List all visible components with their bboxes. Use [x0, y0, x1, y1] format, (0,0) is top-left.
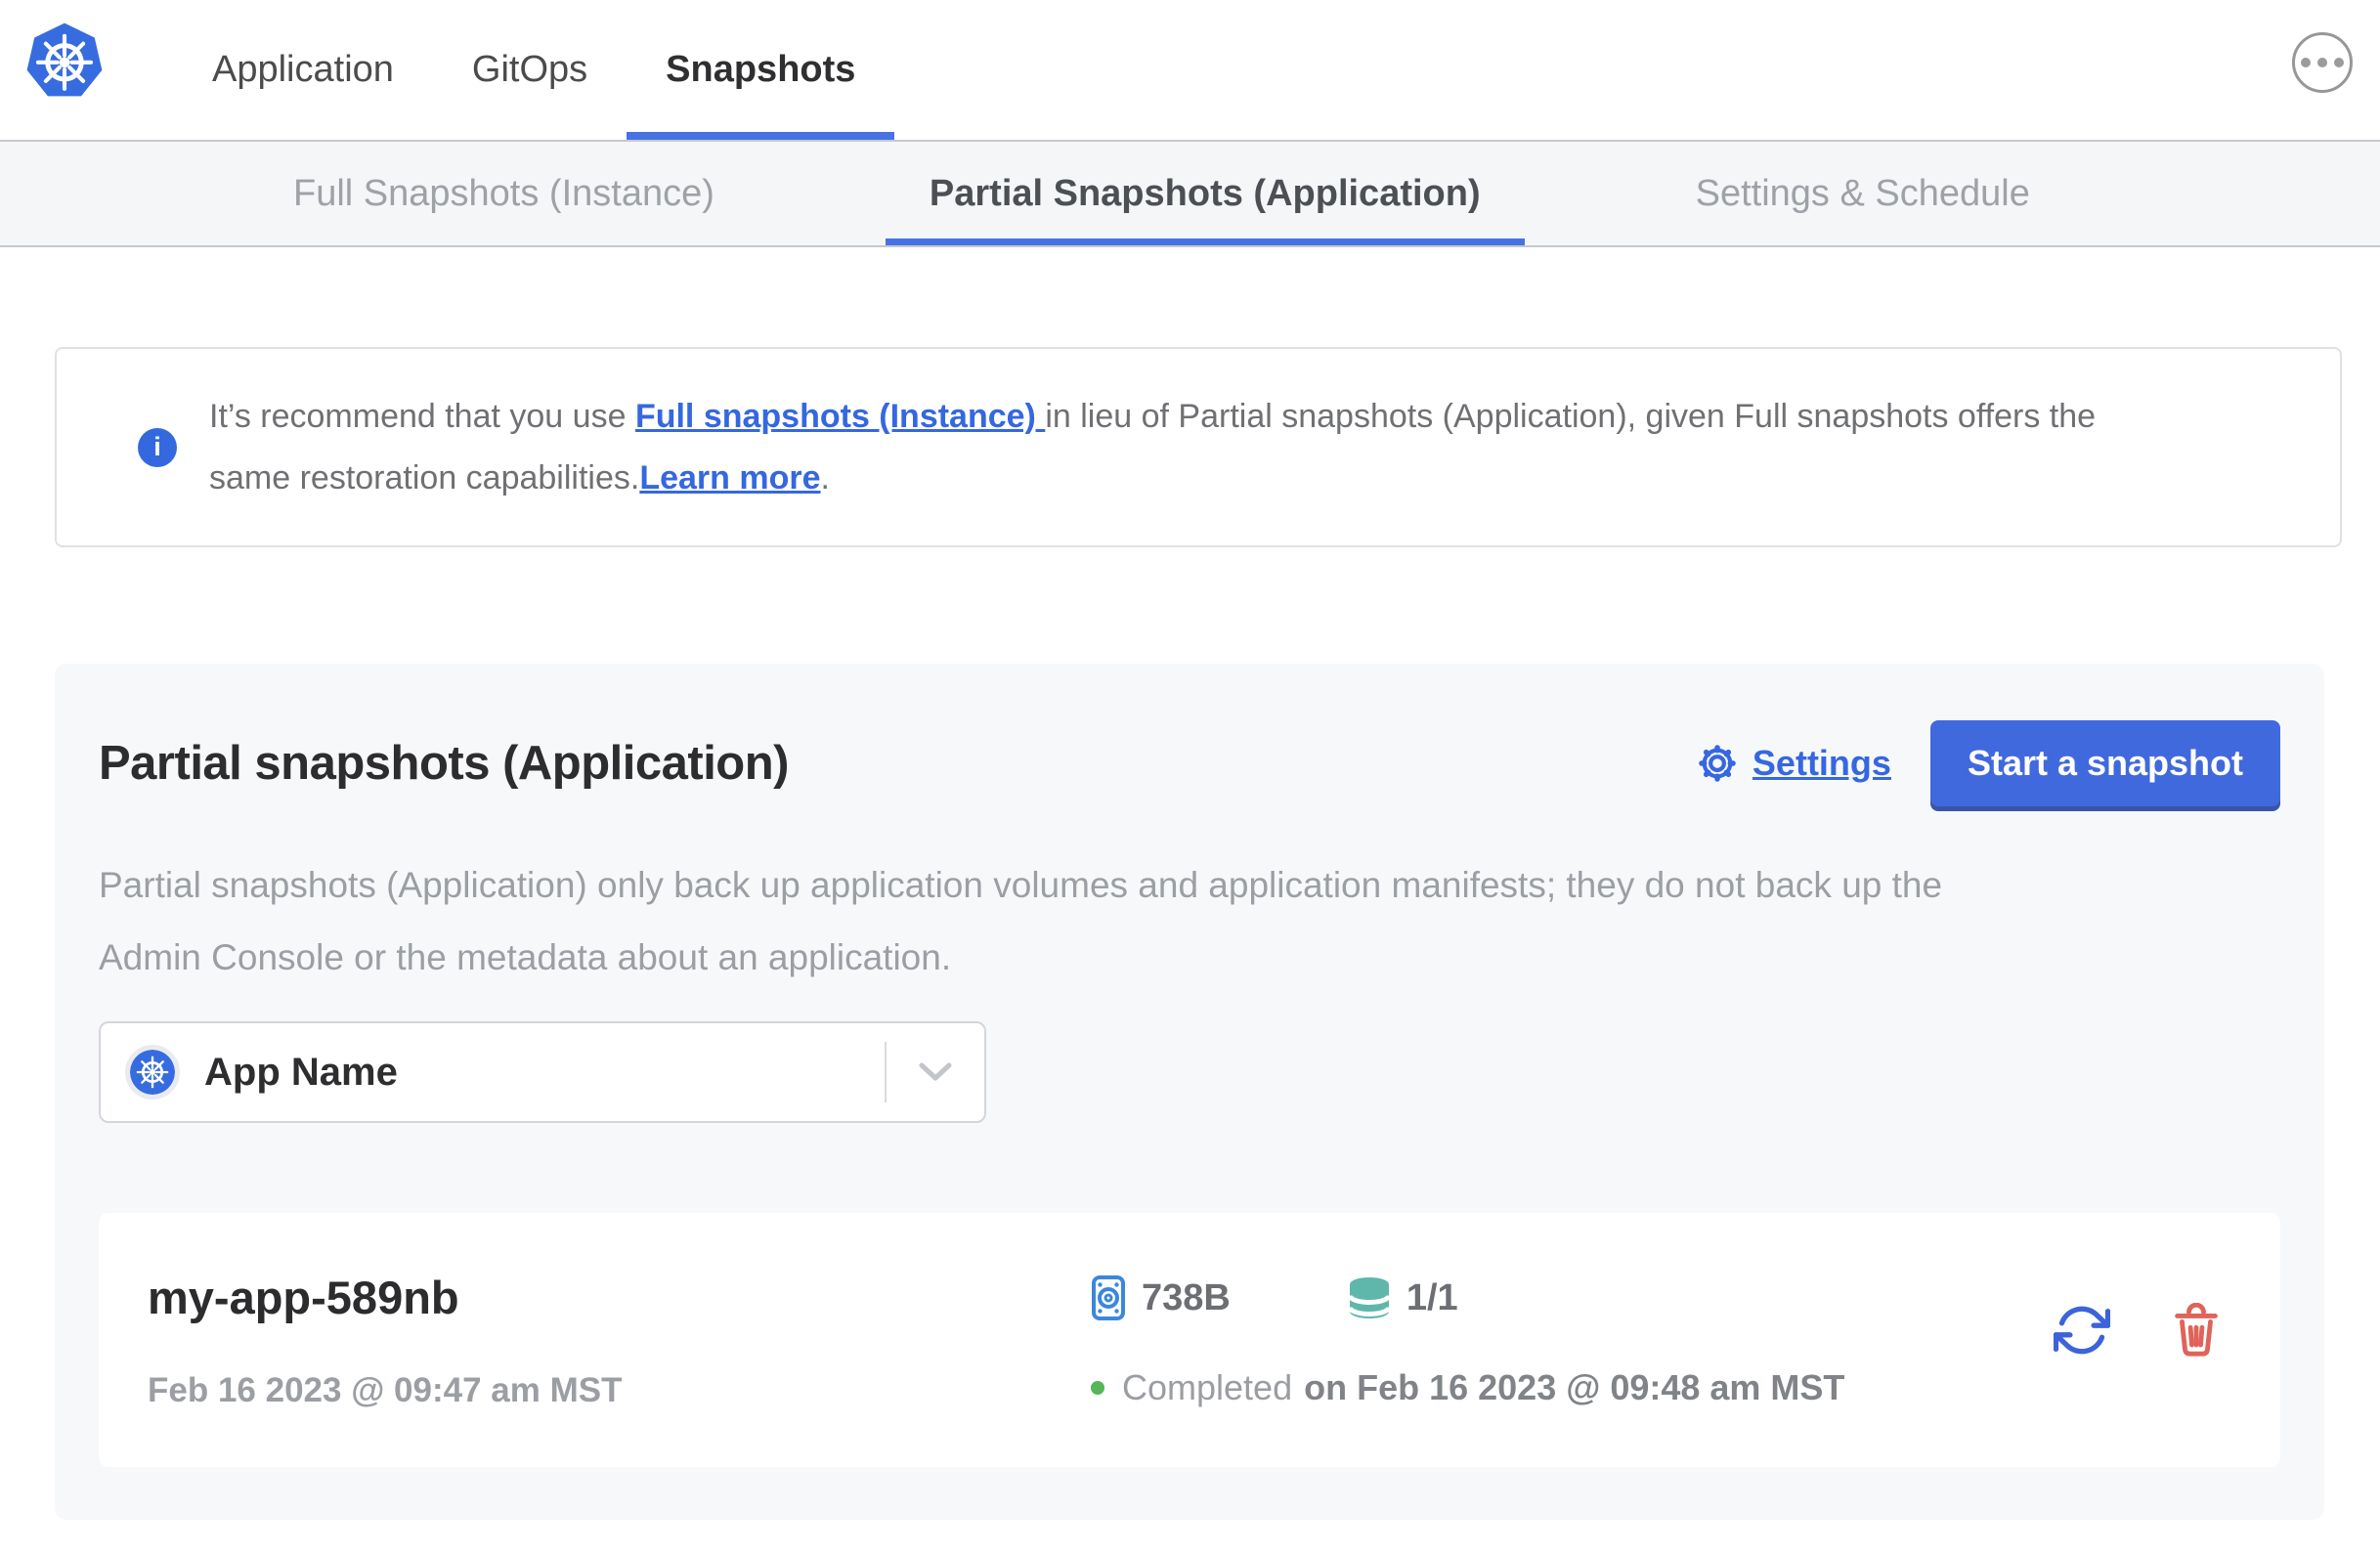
subtab-full-snapshots[interactable]: Full Snapshots (Instance): [249, 142, 758, 245]
subtab-settings-schedule[interactable]: Settings & Schedule: [1652, 142, 2074, 245]
top-navbar: Application GitOps Snapshots: [0, 0, 2380, 140]
restore-icon: [2054, 1306, 2110, 1355]
snapshot-completed-timestamp: on Feb 16 2023 @ 09:48 am MST: [1304, 1367, 1845, 1407]
status-badge: Completed: [1122, 1367, 1293, 1407]
snapshot-details: 738B 1/1 Completed on Feb 16 2023 @ 09:4…: [1091, 1273, 1844, 1467]
disk-icon: [1092, 1275, 1125, 1320]
snapshot-size-stat: 738B: [1091, 1274, 1231, 1321]
settings-label: Settings: [1752, 743, 1891, 783]
snapshots-subnav: Full Snapshots (Instance) Partial Snapsh…: [0, 140, 2380, 247]
trash-icon: [2175, 1303, 2218, 1357]
snapshot-volumes: 1/1: [1406, 1276, 1458, 1318]
restore-snapshot-button[interactable]: [2054, 1302, 2110, 1359]
panel-header: Partial snapshots (Application) Settings…: [99, 720, 2280, 806]
status-dot-icon: [1091, 1381, 1104, 1395]
panel-description: Partial snapshots (Application) only bac…: [99, 865, 1943, 977]
snapshot-volumes-stat: 1/1: [1347, 1275, 1458, 1320]
snapshot-stats: 738B 1/1: [1091, 1273, 1844, 1322]
start-snapshot-button[interactable]: Start a snapshot: [1929, 720, 2280, 806]
snapshot-settings-link[interactable]: Settings: [1696, 742, 1891, 785]
app-selector-value: App Name: [204, 1050, 398, 1094]
snapshot-row: my-app-589nb Feb 16 2023 @ 09:47 am MST: [99, 1213, 2280, 1467]
header-actions: Settings Start a snapshot: [1696, 720, 2280, 806]
snapshot-identity: my-app-589nb Feb 16 2023 @ 09:47 am MST: [148, 1273, 1091, 1467]
ellipsis-menu-button[interactable]: [2292, 32, 2353, 93]
ellipsis-icon: [2301, 58, 2311, 67]
page-title: Partial snapshots (Application): [99, 737, 789, 790]
chevron-down-icon[interactable]: [887, 1060, 984, 1084]
snapshot-name: my-app-589nb: [148, 1272, 459, 1323]
delete-snapshot-button[interactable]: [2171, 1303, 2222, 1358]
info-icon: i: [138, 427, 177, 467]
app-name-selector[interactable]: App Name: [99, 1021, 986, 1123]
gear-icon: [1699, 745, 1736, 782]
snapshot-started-timestamp: Feb 16 2023 @ 09:47 am MST: [148, 1371, 623, 1409]
tab-snapshots[interactable]: Snapshots: [627, 0, 895, 140]
kubernetes-logo[interactable]: [24, 22, 105, 102]
top-nav-tabs: Application GitOps Snapshots: [173, 0, 895, 140]
database-icon: [1347, 1277, 1391, 1318]
snapshot-actions: [2054, 1301, 2222, 1360]
banner-text-after: .: [820, 458, 830, 496]
kubernetes-icon: [125, 1045, 180, 1100]
snapshot-status-row: Completed on Feb 16 2023 @ 09:48 am MST: [1091, 1367, 1844, 1408]
tab-application[interactable]: Application: [173, 0, 433, 140]
tab-gitops[interactable]: GitOps: [433, 0, 627, 140]
info-banner: i It’s recommend that you use Full snaps…: [55, 347, 2342, 547]
full-snapshots-link[interactable]: Full snapshots (Instance): [635, 398, 1045, 435]
partial-snapshots-panel: Partial snapshots (Application) Settings…: [55, 664, 2324, 1520]
learn-more-link[interactable]: Learn more: [639, 459, 820, 496]
subtab-partial-snapshots[interactable]: Partial Snapshots (Application): [885, 142, 1525, 245]
snapshot-size: 738B: [1142, 1276, 1231, 1318]
banner-text-before: It’s recommend that you use: [209, 397, 635, 435]
info-banner-text: It’s recommend that you use Full snapsho…: [209, 386, 2125, 509]
